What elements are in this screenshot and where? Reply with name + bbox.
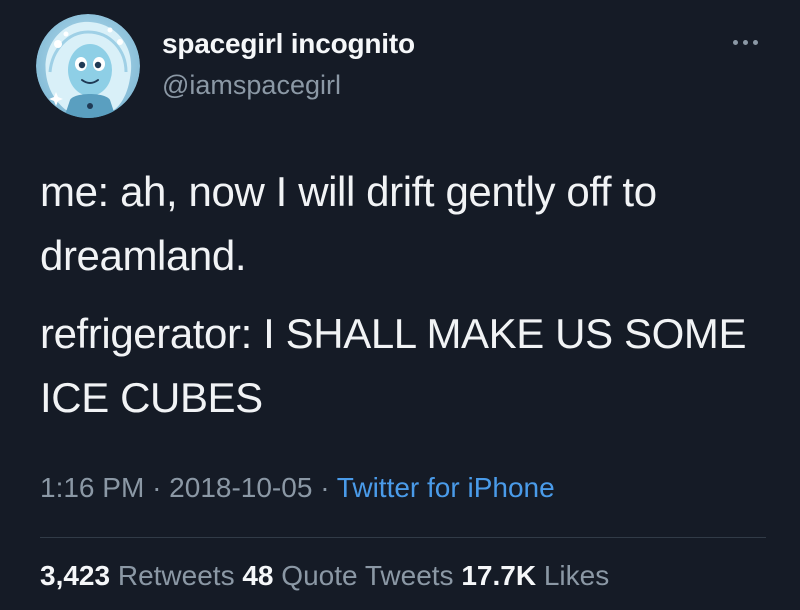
ellipsis-icon	[732, 39, 738, 45]
tweet-text-line: me: ah, now I will drift gently off to	[40, 168, 657, 215]
retweets-stat[interactable]: 3,423 Retweets	[40, 560, 242, 591]
tweet-source-link[interactable]: Twitter for iPhone	[337, 472, 555, 503]
ellipsis-icon	[742, 39, 748, 45]
tweet-date[interactable]: 2018-10-05	[169, 472, 312, 503]
meta-separator: ·	[152, 472, 162, 503]
avatar[interactable]	[36, 14, 140, 118]
tweet-time[interactable]: 1:16 PM	[40, 472, 144, 503]
meta-separator: ·	[320, 472, 330, 503]
cartoon-space-girl-avatar-icon	[36, 14, 140, 118]
ellipsis-icon	[752, 39, 758, 45]
tweet-text-line: refrigerator: I SHALL MAKE US SOME	[40, 310, 747, 357]
tweet-detail: spacegirl incognito @iamspacegirl me: ah…	[0, 0, 800, 610]
author-handle[interactable]: @iamspacegirl	[162, 70, 341, 101]
author-name[interactable]: spacegirl incognito	[162, 28, 415, 60]
divider	[40, 537, 766, 538]
more-options-button[interactable]	[723, 30, 767, 54]
retweet-label: Retweets	[117, 560, 235, 591]
likes-stat[interactable]: 17.7K Likes	[461, 560, 609, 591]
like-label: Likes	[543, 560, 610, 591]
tweet-text-line: dreamland.	[40, 232, 247, 279]
tweet-stats: 3,423 Retweets 48 Quote Tweets 17.7K Lik…	[40, 560, 609, 592]
tweet-meta: 1:16 PM · 2018-10-05 · Twitter for iPhon…	[40, 472, 555, 504]
tweet-text-line: ICE CUBES	[40, 374, 263, 421]
retweet-count: 3,423	[40, 560, 111, 591]
quote-count: 48	[242, 560, 274, 591]
quote-label: Quote Tweets	[281, 560, 454, 591]
quote-tweets-stat[interactable]: 48 Quote Tweets	[242, 560, 461, 591]
like-count: 17.7K	[461, 560, 537, 591]
